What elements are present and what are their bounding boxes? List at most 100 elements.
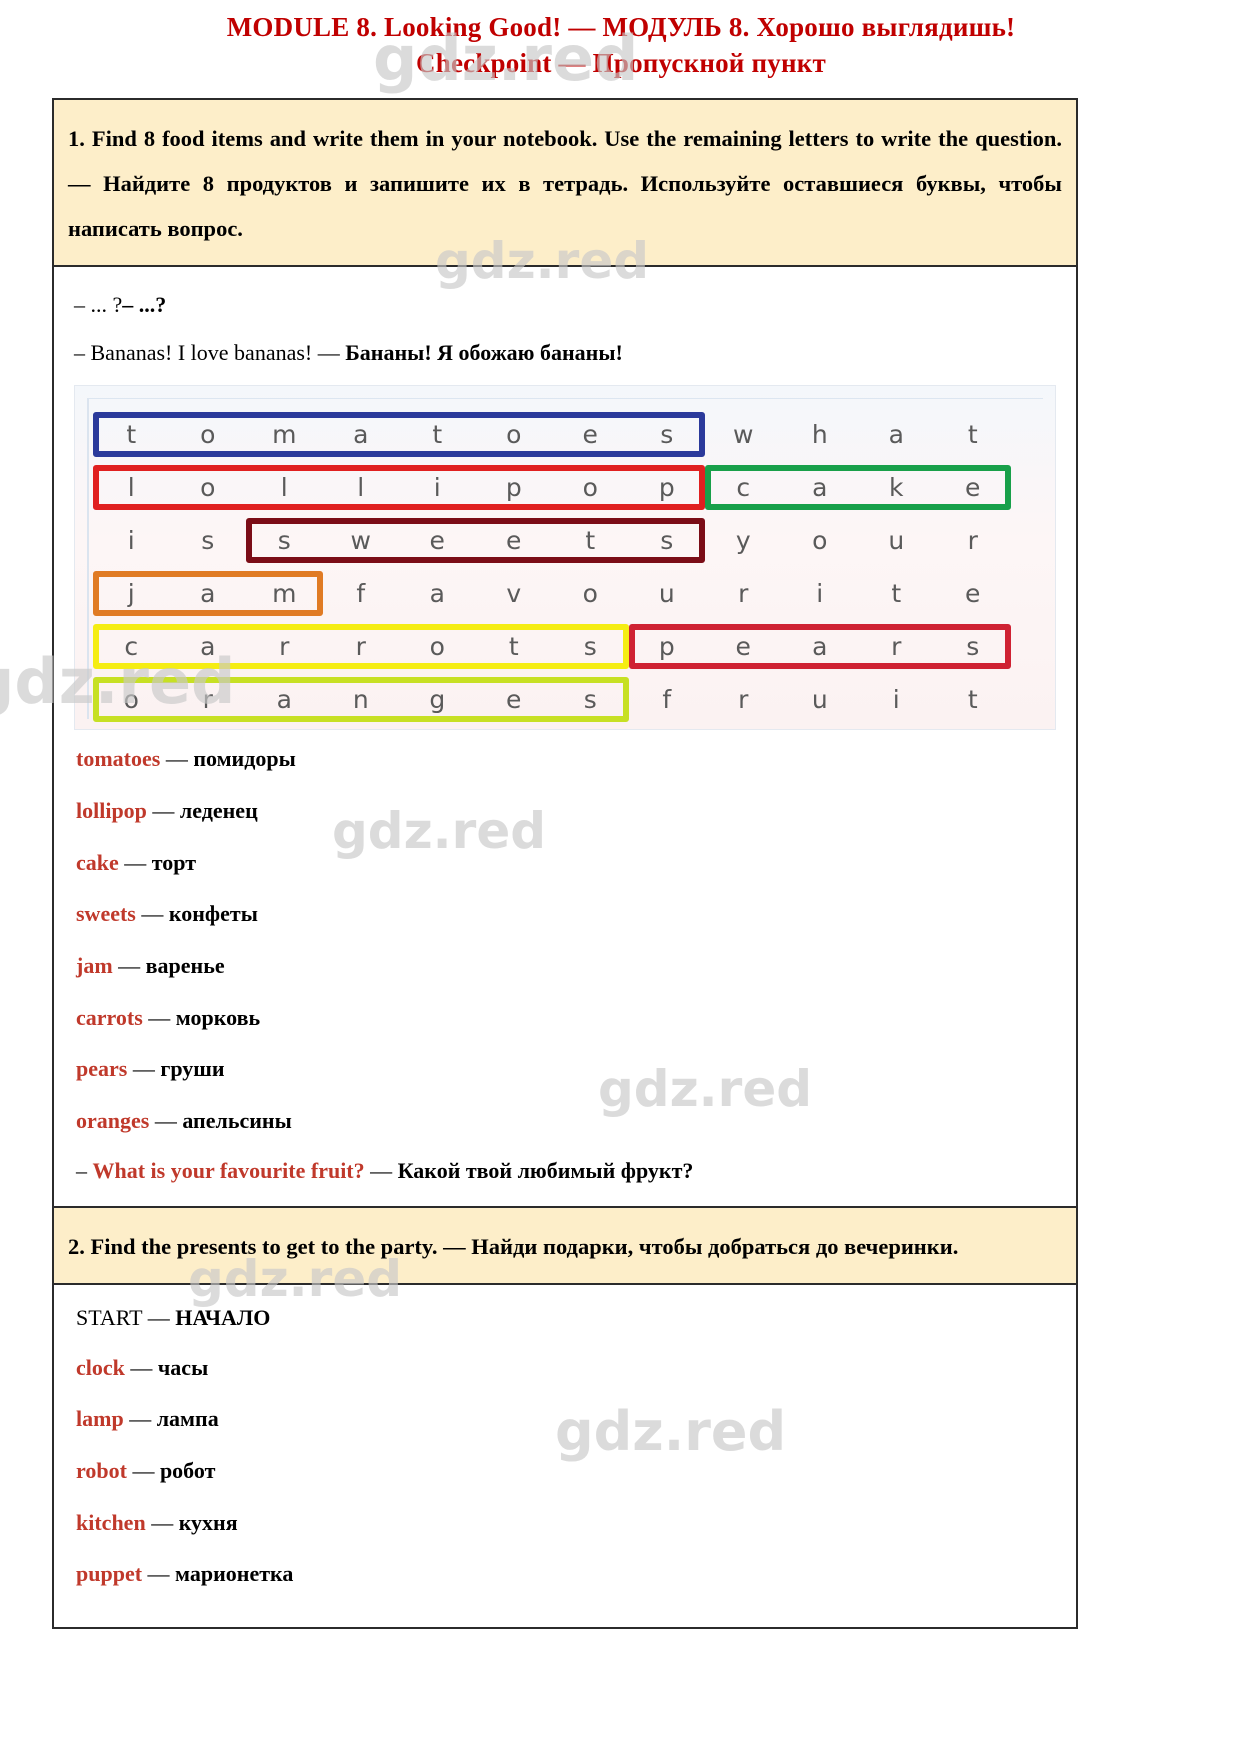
vocabulary-word-ru: конфеты (168, 901, 258, 927)
puzzle-cell: p (505, 473, 522, 503)
puzzle-cell: a (429, 579, 445, 609)
puzzle-cell: m (272, 420, 297, 450)
puzzle-cell: r (891, 632, 902, 662)
vocabulary-row: lamp — лампа (76, 1404, 1062, 1434)
puzzle-cell: c (736, 473, 751, 503)
question-dash: – (76, 1157, 87, 1183)
puzzle-cell: e (965, 579, 981, 609)
task-1-vocabulary-list: tomatoes — помидоры lollipop — леденец cak… (76, 744, 1062, 1136)
task-1-prompt: 1. Find 8 food items and write them in y… (68, 126, 1062, 241)
dialog-answer-en: – Bananas! I love bananas! — (74, 340, 346, 366)
vocabulary-separator: — (123, 1406, 157, 1432)
vocabulary-word-ru: варенье (145, 952, 225, 978)
vocabulary-row: cake — торт (76, 848, 1062, 878)
vocabulary-word-ru: марионетка (175, 1561, 294, 1587)
vocabulary-word-ru: помидоры (193, 746, 296, 772)
puzzle-cell: s (966, 632, 980, 662)
puzzle-cell: o (506, 420, 522, 450)
vocabulary-separator: — (142, 1004, 176, 1030)
vocabulary-word-ru: леденец (179, 797, 258, 823)
dialog-prompt-line: – ... ?– ...? (74, 287, 1062, 322)
puzzle-cell: a (812, 473, 828, 503)
question-separator: — (364, 1157, 398, 1183)
puzzle-cell: l (280, 473, 288, 503)
vocabulary-row: clock — часы (76, 1353, 1062, 1383)
vocabulary-row: pears — груши (76, 1054, 1062, 1084)
puzzle-cell: i (433, 473, 441, 503)
puzzle-cell: s (660, 526, 674, 556)
vocabulary-word-en: pears (76, 1056, 128, 1082)
vocabulary-word-en: clock (76, 1354, 125, 1380)
puzzle-cell: s (277, 526, 291, 556)
vocabulary-word-ru: груши (160, 1056, 225, 1082)
puzzle-cell: v (506, 579, 522, 609)
start-label-ru: НАЧАЛО (175, 1304, 271, 1330)
vocabulary-separator: — (160, 746, 194, 772)
puzzle-cell: s (660, 420, 674, 450)
puzzle-cell: o (582, 579, 598, 609)
vocabulary-separator: — (149, 1108, 183, 1133)
puzzle-cell: t (585, 526, 596, 556)
task-2-prompt-band: 2. Find the presents to get to the party… (54, 1205, 1076, 1285)
puzzle-cell: o (200, 473, 216, 503)
vocabulary-row: sweets — конфеты (76, 899, 1062, 929)
title-line-2: Checkpoint — Пропускной пункт (416, 47, 826, 78)
page-title: MODULE 8. Looking Good! — МОДУЛЬ 8. Хоро… (0, 0, 1242, 85)
vocabulary-word-ru: часы (157, 1354, 209, 1380)
vocabulary-row: jam — варенье (76, 951, 1062, 981)
vocabulary-row: puppet — марионетка (76, 1559, 1062, 1589)
puzzle-cell: w (350, 526, 371, 556)
vocabulary-separator: — (126, 1458, 160, 1484)
vocabulary-word-ru: кухня (178, 1509, 238, 1535)
puzzle-cell: s (583, 632, 597, 662)
puzzle-cell: o (582, 473, 598, 503)
puzzle-cell: a (200, 632, 216, 662)
question-en: What is your favourite fruit? (92, 1157, 365, 1183)
puzzle-cell: a (353, 420, 369, 450)
puzzle-cell: r (738, 685, 749, 715)
vocabulary-row: robot — робот (76, 1456, 1062, 1486)
puzzle-cell: t (891, 579, 902, 609)
puzzle-cell: u (811, 685, 828, 715)
vocabulary-word-en: cake (76, 849, 119, 875)
start-label-en: START (76, 1304, 143, 1330)
puzzle-cell: j (127, 579, 135, 609)
puzzle-cell: i (816, 579, 824, 609)
puzzle-cell: g (429, 685, 446, 715)
question-ru: Какой твой любимый фрукт? (397, 1157, 694, 1183)
puzzle-cell: t (967, 685, 978, 715)
dialog-prompt-plain: – ... ? (74, 292, 123, 317)
puzzle-cell: r (738, 579, 749, 609)
vocabulary-row: tomatoes — помидоры (76, 744, 1062, 774)
puzzle-cell: c (124, 632, 139, 662)
puzzle-cell: s (583, 685, 597, 715)
puzzle-cell: o (429, 632, 445, 662)
dialog-prompt-bold: – ...? (122, 292, 167, 317)
puzzle-cell: t (967, 420, 978, 450)
puzzle-cell: r (355, 632, 366, 662)
worksheet-frame: 1. Find 8 food items and write them in y… (52, 98, 1078, 1630)
vocabulary-word-en: puppet (76, 1561, 143, 1587)
puzzle-cell: a (888, 420, 904, 450)
vocabulary-row: oranges — апельсины (76, 1106, 1062, 1136)
task-1-prompt-band: 1. Find 8 food items and write them in y… (54, 100, 1076, 267)
vocabulary-word-ru: морковь (175, 1004, 261, 1030)
puzzle-cell: e (506, 685, 522, 715)
vocabulary-word-ru: лампа (156, 1406, 219, 1432)
vocabulary-word-en: jam (76, 952, 113, 978)
vocabulary-word-ru: робот (159, 1458, 216, 1484)
vocabulary-separator: — (124, 1354, 158, 1380)
dialog-answer-line: – Bananas! I love bananas! — Бананы! Я о… (74, 336, 1062, 369)
title-line-1: MODULE 8. Looking Good! — МОДУЛЬ 8. Хоро… (226, 12, 1016, 42)
puzzle-cell: t (508, 632, 519, 662)
puzzle-cell: s (201, 526, 215, 556)
task-2-prompt: 2. Find the presents to get to the party… (68, 1233, 959, 1259)
vocabulary-row: carrots — морковь (76, 1003, 1062, 1033)
puzzle-cell: l (127, 473, 135, 503)
puzzle-cell: o (812, 526, 828, 556)
puzzle-cell: y (735, 526, 751, 556)
puzzle-cell: e (582, 420, 598, 450)
puzzle-cell: t (432, 420, 443, 450)
puzzle-cell: n (352, 685, 369, 715)
puzzle-cell: m (272, 579, 297, 609)
